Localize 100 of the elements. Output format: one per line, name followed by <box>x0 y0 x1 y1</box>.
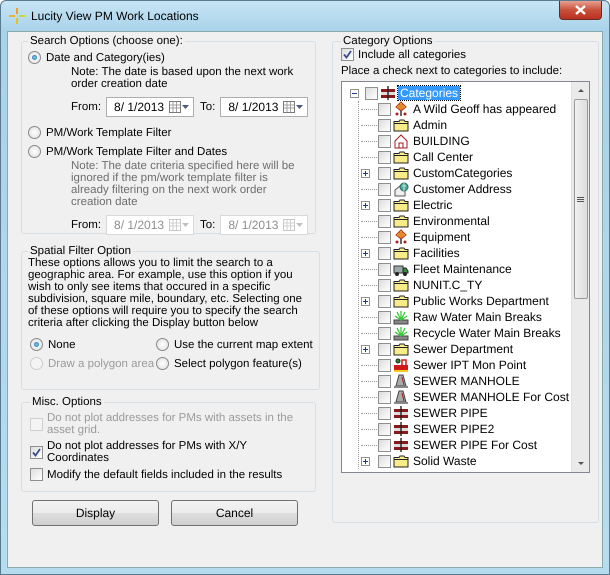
tree-item[interactable]: CustomCategories <box>411 166 514 180</box>
scroll-down-icon <box>578 462 584 465</box>
checkbox[interactable] <box>378 134 391 148</box>
checkbox[interactable] <box>378 118 391 132</box>
close-button[interactable] <box>559 1 602 20</box>
checkbox[interactable] <box>378 198 391 212</box>
tree-item[interactable]: SEWER MANHOLE For Cost <box>411 390 572 404</box>
dialog-button[interactable]: Display <box>32 500 159 526</box>
checkmark-icon <box>343 50 352 59</box>
calendar-icon <box>169 219 182 231</box>
checkbox-label: Include all categories <box>358 48 466 60</box>
tree-item[interactable]: SEWER MANHOLE <box>411 374 522 388</box>
checkbox[interactable] <box>378 230 391 244</box>
house-icon <box>393 133 409 149</box>
expand-button[interactable] <box>361 200 370 210</box>
radio-button[interactable] <box>28 51 41 64</box>
tree-item[interactable]: Call Center <box>411 150 476 164</box>
group-title: Spatial Filter Option <box>29 245 132 257</box>
radio-button[interactable] <box>30 338 43 351</box>
instruction-text: Place a check next to categories to include: <box>341 65 564 77</box>
checkbox[interactable] <box>378 214 391 228</box>
scrollbar[interactable] <box>571 82 590 472</box>
radio-button[interactable] <box>156 357 169 370</box>
date-field: 8/ 1/2013 <box>106 215 194 235</box>
checkbox[interactable] <box>378 454 391 468</box>
radio-label: Date and Category(ies) <box>46 52 165 64</box>
pipe-icon <box>393 405 409 421</box>
checkbox[interactable] <box>378 278 391 292</box>
expand-button[interactable] <box>361 296 370 306</box>
tree-item[interactable]: Raw Water Main Breaks <box>411 310 544 324</box>
tree-item[interactable]: Customer Address <box>411 182 514 196</box>
grip-icon <box>577 196 584 202</box>
tree-item[interactable]: Solid Waste <box>411 454 479 468</box>
tree-item[interactable]: Equipment <box>411 230 472 244</box>
tree-item[interactable]: Fleet Maintenance <box>411 262 514 276</box>
checkbox[interactable] <box>378 310 391 324</box>
tree-item[interactable]: SEWER PIPE2 <box>411 422 496 436</box>
date-field: 8/ 1/2013 <box>220 215 308 235</box>
tree-item[interactable]: Electric <box>411 198 454 212</box>
folder-icon <box>393 277 409 293</box>
checkbox[interactable] <box>378 246 391 260</box>
manhole-icon <box>393 373 409 389</box>
checkbox[interactable] <box>378 182 391 196</box>
date-field[interactable]: 8/ 1/2013 <box>106 97 194 117</box>
expand-button[interactable] <box>361 248 370 258</box>
folder-icon <box>393 197 409 213</box>
radio-button[interactable] <box>156 338 169 351</box>
tree-item[interactable]: Admin <box>411 118 450 132</box>
radio-label: PM/Work Template Filter <box>46 126 172 138</box>
dialog-button[interactable]: Cancel <box>171 500 298 526</box>
checkmark-icon <box>32 448 41 456</box>
tree-item[interactable]: Recycle Water Main Breaks <box>411 326 563 340</box>
tree-item[interactable]: BUILDING <box>411 134 472 148</box>
radio-label: None <box>48 338 76 350</box>
pipe-icon <box>393 421 409 437</box>
date-field[interactable]: 8/ 1/2013 <box>220 97 308 117</box>
checkbox[interactable] <box>341 48 354 61</box>
checkbox[interactable] <box>378 422 391 436</box>
collapse-button[interactable] <box>350 88 359 98</box>
tree-item[interactable]: A Wild Geoff has appeared <box>411 102 558 116</box>
checkbox[interactable] <box>30 468 43 481</box>
checkbox[interactable] <box>378 150 391 164</box>
checkbox[interactable] <box>378 406 391 420</box>
checkbox[interactable] <box>378 166 391 180</box>
radio-button[interactable] <box>28 126 41 139</box>
radio-label: PM/Work Template Filter and Dates <box>46 146 228 158</box>
dropdown-arrow-icon <box>182 223 190 227</box>
checkbox[interactable] <box>378 438 391 452</box>
folder-icon <box>393 213 409 229</box>
tree-item[interactable]: Sewer IPT Mon Point <box>411 358 528 372</box>
tree-item[interactable]: Facilities <box>411 246 462 260</box>
checkbox[interactable] <box>378 390 391 404</box>
folder-icon <box>393 149 409 165</box>
checkbox[interactable] <box>378 262 391 276</box>
checkbox[interactable] <box>378 102 391 116</box>
checkbox-label: Modify the default fields included in the results <box>47 468 282 480</box>
expand-button[interactable] <box>361 168 370 178</box>
checkbox[interactable] <box>30 446 43 458</box>
close-icon <box>575 5 586 15</box>
scrollbar-thumb[interactable] <box>574 99 588 299</box>
tree-item[interactable]: NUNIT.C_TY <box>411 278 484 292</box>
dropdown-arrow-icon <box>296 105 304 109</box>
tree-item[interactable]: SEWER PIPE <box>411 406 490 420</box>
checkbox[interactable] <box>378 358 391 372</box>
checkbox[interactable] <box>378 326 391 340</box>
checkbox[interactable] <box>378 294 391 308</box>
field-label: To: <box>200 101 216 113</box>
folder-icon <box>393 341 409 357</box>
checkbox[interactable] <box>378 342 391 356</box>
checkbox[interactable] <box>378 374 391 388</box>
radio-button[interactable] <box>28 145 41 158</box>
tree-item[interactable]: Public Works Department <box>411 294 551 308</box>
house-globe-icon <box>393 181 409 197</box>
expand-button[interactable] <box>361 344 370 354</box>
signpost-icon <box>393 229 409 245</box>
expand-button[interactable] <box>361 456 370 466</box>
tree-item[interactable]: SEWER PIPE For Cost <box>411 438 540 452</box>
tree-item[interactable]: Environmental <box>411 214 492 228</box>
tree-item[interactable]: Sewer Department <box>411 342 516 356</box>
checkbox[interactable] <box>365 86 378 100</box>
